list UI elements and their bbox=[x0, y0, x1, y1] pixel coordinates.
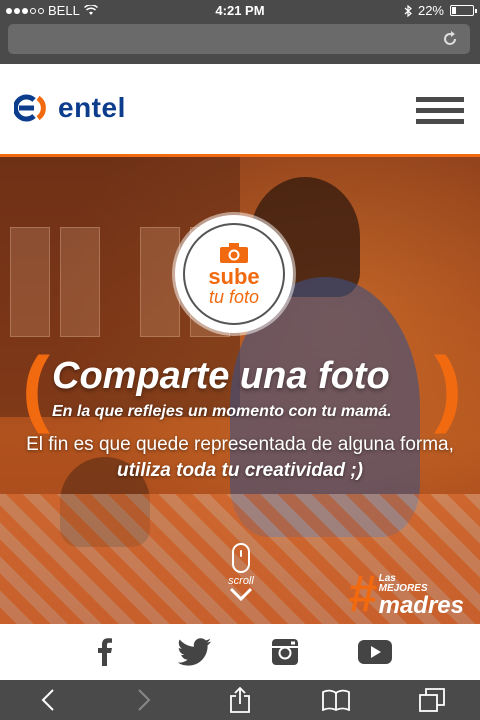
chevron-down-icon bbox=[229, 587, 253, 602]
badge-inner: sube tu foto bbox=[183, 223, 285, 325]
scroll-label: scroll bbox=[228, 575, 254, 587]
entel-logo[interactable]: entel bbox=[14, 92, 126, 124]
upload-photo-badge[interactable]: sube tu foto bbox=[175, 215, 293, 333]
hero-body-plain: El fin es que quede representada de algu… bbox=[26, 434, 454, 455]
left-parenthesis: ( bbox=[22, 340, 50, 434]
hero-subline: En la que reflejes un momento con tu mam… bbox=[52, 403, 392, 420]
share-icon[interactable] bbox=[226, 687, 254, 713]
social-links bbox=[0, 624, 480, 680]
instagram-icon[interactable] bbox=[267, 637, 303, 667]
cabinet-glass bbox=[140, 227, 180, 337]
cabinet-glass bbox=[10, 227, 50, 337]
youtube-icon[interactable] bbox=[357, 637, 393, 667]
hero-headline: Comparte una foto bbox=[52, 355, 390, 397]
camera-icon bbox=[220, 242, 248, 263]
hashtag-words: Las MEJORES madres bbox=[378, 573, 464, 619]
hashtag-word-big: madres bbox=[378, 591, 464, 619]
battery-icon bbox=[450, 5, 477, 16]
status-bar: BELL 4:21 PM 22% bbox=[0, 0, 480, 20]
right-parenthesis: ) bbox=[434, 340, 462, 434]
reload-icon[interactable] bbox=[440, 29, 460, 49]
address-field[interactable] bbox=[8, 24, 470, 54]
scroll-indicator[interactable]: scroll bbox=[222, 543, 260, 606]
twitter-icon[interactable] bbox=[177, 637, 213, 667]
mouse-icon bbox=[232, 543, 250, 573]
site-header: entel bbox=[0, 64, 480, 154]
badge-subtitle: tu foto bbox=[208, 286, 260, 307]
forward-icon[interactable] bbox=[130, 687, 158, 713]
hashtag-logo: # Las MEJORES madres bbox=[347, 565, 464, 623]
battery-percent: 22% bbox=[417, 3, 444, 18]
hamburger-menu-icon[interactable] bbox=[416, 97, 464, 125]
hashtag-symbol: # bbox=[347, 565, 377, 623]
cabinet-glass bbox=[60, 227, 100, 337]
hero-body: El fin es que quede representada de algu… bbox=[20, 432, 460, 484]
entel-e-icon bbox=[14, 94, 46, 122]
tabs-icon[interactable] bbox=[418, 687, 446, 713]
browser-address-area bbox=[0, 20, 480, 64]
bookmarks-icon[interactable] bbox=[322, 687, 350, 713]
status-right: 22% bbox=[404, 3, 477, 18]
back-icon[interactable] bbox=[34, 687, 62, 713]
hero-body-bold: utiliza toda tu creatividad ;) bbox=[117, 460, 363, 481]
brand-name: entel bbox=[58, 92, 126, 123]
hero-banner: sube tu foto ( ) Comparte una foto En la… bbox=[0, 154, 480, 624]
bluetooth-icon bbox=[404, 4, 412, 17]
facebook-icon[interactable] bbox=[87, 637, 123, 667]
badge-title: sube bbox=[208, 263, 260, 289]
browser-toolbar bbox=[0, 680, 480, 720]
